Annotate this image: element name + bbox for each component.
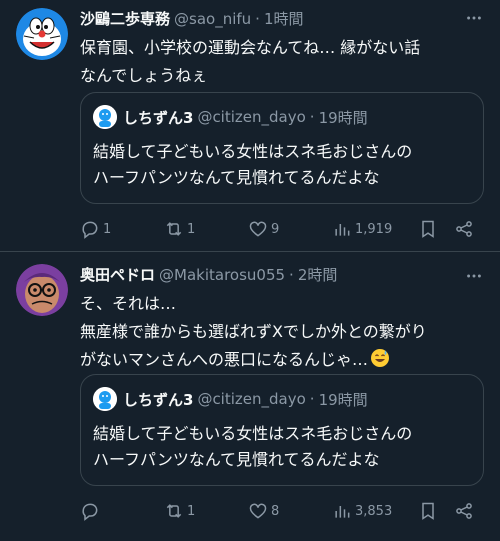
avatar[interactable] bbox=[16, 8, 68, 60]
post-text-line: そ、それは… bbox=[80, 294, 177, 313]
bookmark-button[interactable] bbox=[418, 217, 438, 241]
heart-icon bbox=[249, 503, 267, 519]
quote-header: しちずん3 @citizen_dayo · 19時間 bbox=[93, 387, 368, 411]
share-button[interactable] bbox=[454, 499, 474, 523]
separator: · bbox=[255, 10, 260, 28]
separator: · bbox=[309, 390, 315, 408]
share-icon bbox=[456, 503, 472, 519]
quote-author-name: しちずん3 bbox=[123, 108, 194, 127]
quote-author-handle: @citizen_dayo bbox=[197, 390, 306, 408]
like-count: 8 bbox=[271, 503, 280, 519]
reply-icon bbox=[82, 221, 98, 239]
repost-button[interactable]: 1 bbox=[164, 499, 195, 523]
avatar bbox=[93, 387, 117, 411]
post-text-line-content: がないマンさんへの悪口になるんじゃ… bbox=[80, 350, 369, 369]
quote-text-line: ハーフパンツなんて見慣れてるんだよな bbox=[93, 450, 380, 469]
bookmark-icon bbox=[422, 502, 434, 520]
post-header: 奥田ペドロ @Makitarosu055 · 2時間 bbox=[80, 264, 337, 286]
sweat-smile-emoji bbox=[370, 348, 390, 368]
quote-text-line: 結婚して子どもいる女性はスネ毛おじさんの bbox=[93, 142, 413, 161]
timestamp[interactable]: 2時間 bbox=[298, 264, 338, 285]
views-icon bbox=[335, 224, 350, 236]
avatar bbox=[93, 105, 117, 129]
repost-icon bbox=[166, 222, 182, 236]
share-icon bbox=[456, 221, 472, 237]
quote-author-name: しちずん3 bbox=[123, 390, 194, 409]
bookmark-icon bbox=[422, 220, 434, 238]
post-text: 保育園、小学校の運動会なんてね… 縁がない話 なんでしょうねぇ bbox=[80, 34, 490, 90]
quote-author-handle: @citizen_dayo bbox=[197, 108, 306, 126]
quote-timestamp: 19時間 bbox=[318, 108, 368, 127]
author-handle[interactable]: @Makitarosu055 bbox=[159, 266, 285, 284]
post-text-line: なんでしょうねぇ bbox=[80, 66, 208, 85]
author-name[interactable]: 沙鷗二歩専務 bbox=[80, 8, 170, 29]
views-button[interactable]: 1,919 bbox=[332, 217, 392, 241]
reply-count: 1 bbox=[103, 221, 112, 237]
post-text-line: がないマンさんへの悪口になるんじゃ… bbox=[80, 346, 490, 374]
timestamp[interactable]: 1時間 bbox=[264, 8, 304, 29]
like-button[interactable]: 9 bbox=[248, 217, 279, 241]
quote-text: 結婚して子どもいる女性はスネ毛おじさんの ハーフパンツなんて見慣れてるんだよな bbox=[93, 139, 478, 191]
separator: · bbox=[289, 266, 294, 284]
quote-text-line: 結婚して子どもいる女性はスネ毛おじさんの bbox=[93, 424, 413, 443]
avatar[interactable] bbox=[16, 264, 68, 316]
post-text-line: 保育園、小学校の運動会なんてね… 縁がない話 bbox=[80, 38, 421, 57]
post-header: 沙鷗二歩専務 @sao_nifu · 1時間 bbox=[80, 8, 304, 30]
post-text: そ、それは… 無産様で誰からも選ばれずXでしか外との繋がり がないマンさんへの悪… bbox=[80, 290, 490, 374]
quoted-post[interactable]: しちずん3 @citizen_dayo · 19時間 結婚して子どもいる女性はス… bbox=[80, 92, 484, 204]
action-bar: 1 1 9 1,919 bbox=[80, 217, 484, 241]
repost-count: 1 bbox=[187, 503, 196, 519]
separator: · bbox=[309, 108, 315, 126]
views-icon bbox=[335, 506, 350, 518]
author-handle[interactable]: @sao_nifu bbox=[174, 10, 251, 28]
post[interactable]: 沙鷗二歩専務 @sao_nifu · 1時間 保育園、小学校の運動会なんてね… … bbox=[0, 0, 500, 252]
like-button[interactable]: 8 bbox=[248, 499, 279, 523]
views-count: 1,919 bbox=[355, 221, 393, 237]
author-name[interactable]: 奥田ペドロ bbox=[80, 264, 155, 285]
quote-header: しちずん3 @citizen_dayo · 19時間 bbox=[93, 105, 368, 129]
more-icon[interactable] bbox=[464, 266, 484, 286]
bookmark-button[interactable] bbox=[418, 499, 438, 523]
reply-button[interactable] bbox=[80, 499, 103, 523]
post-text-line: 無産様で誰からも選ばれずXでしか外との繋がり bbox=[80, 322, 427, 341]
action-bar: 1 8 3,853 bbox=[80, 499, 484, 523]
heart-icon bbox=[249, 221, 267, 237]
repost-count: 1 bbox=[187, 221, 196, 237]
views-count: 3,853 bbox=[355, 503, 393, 519]
quoted-post[interactable]: しちずん3 @citizen_dayo · 19時間 結婚して子どもいる女性はス… bbox=[80, 374, 484, 486]
quote-text: 結婚して子どもいる女性はスネ毛おじさんの ハーフパンツなんて見慣れてるんだよな bbox=[93, 421, 478, 473]
more-icon[interactable] bbox=[464, 8, 484, 28]
quote-timestamp: 19時間 bbox=[318, 390, 368, 409]
reply-button[interactable]: 1 bbox=[80, 217, 111, 241]
repost-icon bbox=[166, 504, 182, 518]
quote-text-line: ハーフパンツなんて見慣れてるんだよな bbox=[93, 168, 380, 187]
reply-icon bbox=[82, 503, 98, 521]
like-count: 9 bbox=[271, 221, 280, 237]
repost-button[interactable]: 1 bbox=[164, 217, 195, 241]
views-button[interactable]: 3,853 bbox=[332, 499, 392, 523]
share-button[interactable] bbox=[454, 217, 474, 241]
post[interactable]: 奥田ペドロ @Makitarosu055 · 2時間 そ、それは… 無産様で誰か… bbox=[0, 252, 500, 541]
